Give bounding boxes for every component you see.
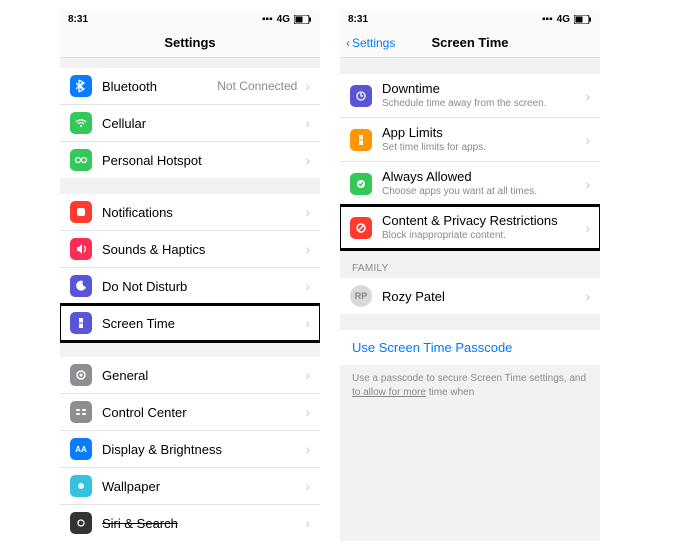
signal-icon: ▪▪▪ [262,14,273,25]
row-sounds-haptics[interactable]: Sounds & Haptics › [60,231,320,268]
chevron-right-icon: › [585,176,590,192]
siri-icon [70,512,92,534]
row-label: App Limits [382,125,581,140]
row-app-limits[interactable]: App Limits Set time limits for apps. › [340,118,600,162]
row-label: Display & Brightness [102,442,301,457]
chevron-right-icon: › [305,404,310,420]
chevron-right-icon: › [305,241,310,257]
sounds-icon [70,238,92,260]
row-value: Not Connected [217,79,297,93]
row-label: General [102,368,301,383]
row-use-passcode[interactable]: Use Screen Time Passcode [340,330,600,365]
status-time: 8:31 [348,14,368,25]
chevron-right-icon: › [305,478,310,494]
chevron-right-icon: › [305,115,310,131]
cellular-icon [70,112,92,134]
chevron-right-icon: › [305,515,310,531]
row-label: Content & Privacy Restrictions [382,213,581,228]
row-always-allowed[interactable]: Always Allowed Choose apps you want at a… [340,162,600,206]
notifications-icon [70,201,92,223]
page-title: Screen Time [431,35,508,50]
row-subtitle: Set time limits for apps. [382,141,581,154]
bluetooth-icon [70,75,92,97]
chevron-right-icon: › [305,441,310,457]
status-bar: 8:31 ▪▪▪ 4G [340,10,600,28]
row-downtime[interactable]: Downtime Schedule time away from the scr… [340,74,600,118]
svg-text:AA: AA [75,445,87,454]
row-siri-search[interactable]: Siri & Search › [60,505,320,541]
row-label: Wallpaper [102,479,301,494]
avatar: RP [350,285,372,307]
navbar: ‹ Settings Screen Time [340,28,600,58]
row-label: Always Allowed [382,169,581,184]
row-label: Screen Time [102,316,301,331]
row-label: Downtime [382,81,581,96]
back-button[interactable]: ‹ Settings [346,36,395,50]
control-center-icon [70,401,92,423]
screen-time-list[interactable]: Downtime Schedule time away from the scr… [340,58,600,541]
chevron-right-icon: › [305,152,310,168]
passcode-link-label: Use Screen Time Passcode [352,340,512,355]
row-general[interactable]: General › [60,357,320,394]
display-icon: AA [70,438,92,460]
hotspot-icon [70,149,92,171]
battery-icon [294,15,312,24]
chevron-right-icon: › [305,278,310,294]
row-label: Notifications [102,205,301,220]
chevron-right-icon: › [305,367,310,383]
row-display-brightness[interactable]: AA Display & Brightness › [60,431,320,468]
app-limits-icon [350,129,372,151]
row-label: Control Center [102,405,301,420]
row-screen-time[interactable]: Screen Time › [60,305,320,341]
row-label: Cellular [102,116,301,131]
footer-note: Use a passcode to secure Screen Time set… [340,365,600,406]
chevron-right-icon: › [585,288,590,304]
row-wallpaper[interactable]: Wallpaper › [60,468,320,505]
network-label: 4G [277,14,290,25]
chevron-right-icon: › [585,132,590,148]
status-bar: 8:31 ▪▪▪ 4G [60,10,320,28]
chevron-left-icon: ‹ [346,36,350,50]
chevron-right-icon: › [305,204,310,220]
signal-icon: ▪▪▪ [542,14,553,25]
screen-time-icon [70,312,92,334]
chevron-right-icon: › [585,88,590,104]
navbar: Settings [60,28,320,58]
row-notifications[interactable]: Notifications › [60,194,320,231]
chevron-right-icon: › [585,220,590,236]
phone-left-settings: 8:31 ▪▪▪ 4G Settings Bluetooth Not Conne… [60,10,320,541]
row-content-privacy-restrictions[interactable]: Content & Privacy Restrictions Block ina… [340,206,600,249]
downtime-icon [350,85,372,107]
row-subtitle: Schedule time away from the screen. [382,97,581,110]
row-label: Sounds & Haptics [102,242,301,257]
row-subtitle: Choose apps you want at all times. [382,185,581,198]
always-allowed-icon [350,173,372,195]
row-subtitle: Block inappropriate content. [382,229,581,242]
family-name: Rozy Patel [382,289,581,304]
row-cellular[interactable]: Cellular › [60,105,320,142]
page-title: Settings [164,35,215,50]
row-bluetooth[interactable]: Bluetooth Not Connected › [60,68,320,105]
wallpaper-icon [70,475,92,497]
network-label: 4G [557,14,570,25]
row-label: Do Not Disturb [102,279,301,294]
settings-list[interactable]: Bluetooth Not Connected › Cellular › Per… [60,58,320,541]
family-header: FAMILY [340,249,600,278]
restrictions-icon [350,217,372,239]
dnd-icon [70,275,92,297]
battery-icon [574,15,592,24]
status-time: 8:31 [68,14,88,25]
general-icon [70,364,92,386]
chevron-right-icon: › [305,78,310,94]
row-do-not-disturb[interactable]: Do Not Disturb › [60,268,320,305]
row-label: Siri & Search [102,516,301,531]
row-family-member[interactable]: RP Rozy Patel › [340,278,600,314]
row-label: Bluetooth [102,79,217,94]
phone-right-screen-time: 8:31 ▪▪▪ 4G ‹ Settings Screen Time [340,10,600,541]
row-personal-hotspot[interactable]: Personal Hotspot › [60,142,320,178]
back-label: Settings [352,36,395,50]
row-label: Personal Hotspot [102,153,301,168]
chevron-right-icon: › [305,315,310,331]
row-control-center[interactable]: Control Center › [60,394,320,431]
